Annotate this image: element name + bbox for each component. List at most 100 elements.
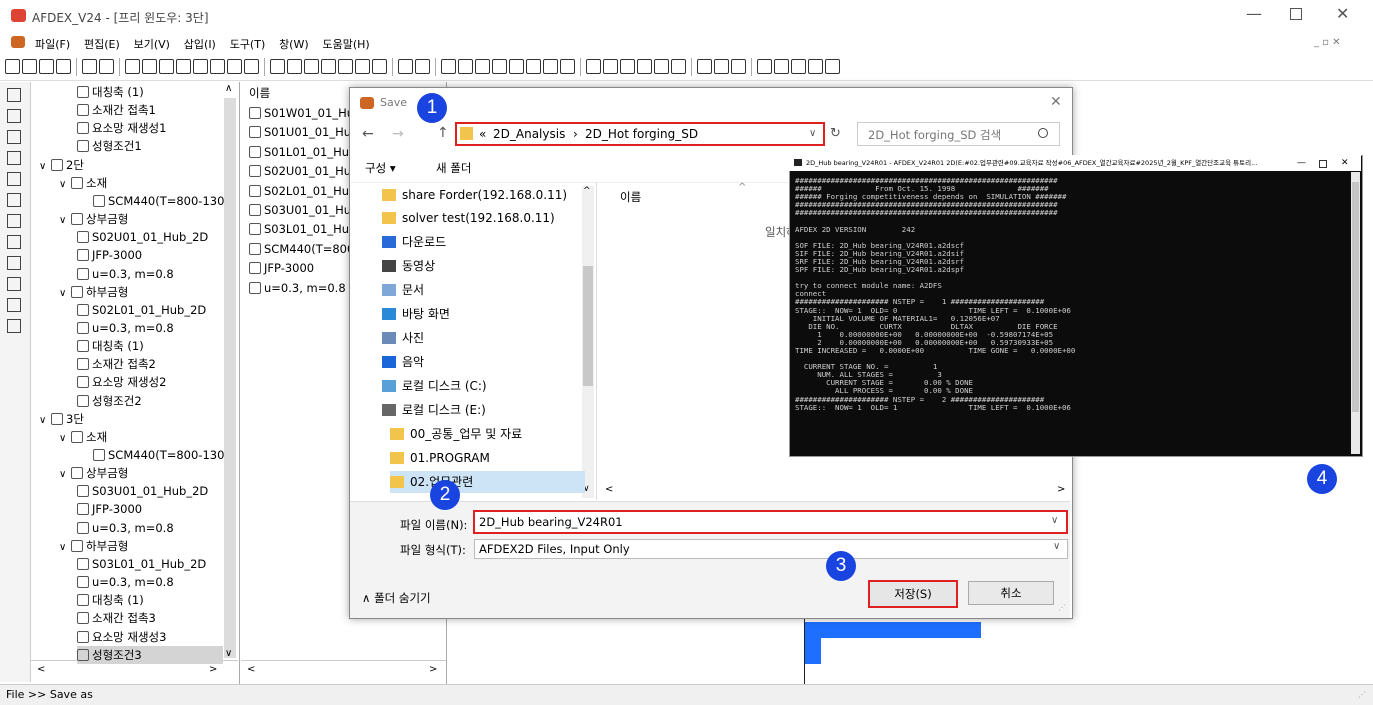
tree-item[interactable]: ∨ 2단 [39,156,84,174]
tree-scroll-right[interactable]: > [209,664,217,675]
toolbar-button-icon[interactable] [355,59,370,74]
column-header-name[interactable]: 이름 [620,189,641,205]
toolbar-button-icon[interactable] [526,59,541,74]
toolbar-button-icon[interactable] [338,59,353,74]
tree-item[interactable]: ∨ 하부금형 [59,537,128,555]
tree-item[interactable]: ∨ 하부금형 [59,283,128,301]
search-box[interactable]: 2D_Hot forging_SD 검색 [857,122,1060,146]
toolbar-button-icon[interactable] [142,59,157,74]
toolbar-button-icon[interactable] [757,59,772,74]
toolbar-button-icon[interactable] [825,59,840,74]
toolbar-button-icon[interactable] [372,59,387,74]
nav-scrollbar[interactable]: ^ [582,186,594,498]
tree-item[interactable]: 요소망 재생성3 [77,628,166,646]
toolbar-button-icon[interactable] [398,59,413,74]
tree-item[interactable]: 소재간 접촉2 [77,355,156,373]
toolbar-button-icon[interactable] [543,59,558,74]
tree-scroll-left[interactable]: < [37,664,45,675]
tree-item[interactable]: S02U01_01_Hub_2D [77,228,208,246]
tree-item[interactable]: 성형조건2 [77,392,142,410]
mdi-window-controls[interactable]: _ ▫ ✕ [1314,37,1341,48]
tree-expand-icon[interactable]: ∨ [59,285,69,303]
list-item[interactable]: u=0.3, m=0.8 [249,279,346,297]
console-scrollbar[interactable] [1351,172,1360,454]
toolbar-button-icon[interactable] [270,59,285,74]
list-item[interactable]: S02L01_01_Hub [249,182,356,200]
toolbar-button-icon[interactable] [210,59,225,74]
tree-item[interactable]: 소재간 접촉3 [77,609,156,627]
toolbar-button-icon[interactable] [304,59,319,74]
hierarchy-icon[interactable] [7,214,21,228]
list-scroll-left[interactable]: < [247,664,255,675]
list-item[interactable]: SCM440(T=800 [249,240,354,258]
nav-item[interactable]: 문서 [382,279,424,301]
toolbar-button-icon[interactable] [125,59,140,74]
tree-item[interactable]: 대칭축 (1) [77,83,144,101]
nav-item[interactable]: 로컬 디스크 (E:) [382,399,486,421]
new-folder-button[interactable]: 새 폴더 [436,160,471,176]
menu-edit[interactable]: 편집(E) [84,36,120,52]
back-arrow-icon[interactable]: ← [362,126,374,142]
tree-scroll-up[interactable]: ∧ [225,83,232,94]
toolbar-button-icon[interactable] [731,59,746,74]
search-input[interactable]: 2D_Hot forging_SD 검색 [868,127,1001,143]
filename-value[interactable]: 2D_Hub bearing_V24R01 [479,515,623,529]
filetype-select[interactable]: AFDEX2D Files, Input Only ∨ [474,539,1068,559]
tree-item[interactable]: 대칭축 (1) [77,591,144,609]
resize-grip-icon[interactable]: ⋰ [1058,603,1066,612]
toolbar-button-icon[interactable] [227,59,242,74]
screen-icon[interactable] [7,172,21,186]
maximize-button[interactable] [1290,8,1302,20]
tree-item[interactable]: ∨ 소재 [59,428,107,446]
project-tree[interactable]: ∧ ∨ < > 대칭축 (1) 소재간 접촉1 요소망 재생성1 성형조건1 ∨ 2단 ∨ 소… [31,82,240,684]
tree-expand-icon[interactable]: ∨ [59,539,69,557]
tree-view-icon[interactable] [7,88,21,102]
tree-item[interactable]: SCM440(T=800-130 [93,192,224,210]
nav-item[interactable]: solver test(192.168.0.11) [382,207,555,229]
cancel-button[interactable]: 취소 [968,581,1054,605]
nav-item[interactable]: 동영상 [382,255,435,277]
tree-item[interactable]: u=0.3, m=0.8 [77,519,174,537]
breadcrumb-2d-analysis[interactable]: 2D_Analysis [493,124,565,144]
tree-expand-icon[interactable]: ∨ [59,212,69,230]
tree-item[interactable]: 요소망 재생성2 [77,373,166,391]
tree-item[interactable]: S03L01_01_Hub_2D [77,555,206,573]
toolbar-button-icon[interactable] [441,59,456,74]
tree-expand-icon[interactable]: ∨ [39,158,49,176]
toolbar-button-icon[interactable] [509,59,524,74]
list-item[interactable]: S01W01_01_Hu [249,104,354,122]
grid-icon[interactable] [7,193,21,207]
minimize-button[interactable]: — [1246,4,1262,23]
preprocess-icon[interactable] [7,109,21,123]
clipboard-icon[interactable] [7,298,21,312]
nav-item[interactable]: 02.업무관련 [390,471,585,493]
console-maximize-button[interactable] [1319,160,1327,168]
tree-item[interactable]: ∨ 3단 [39,410,84,428]
display-icon[interactable] [7,151,21,165]
list-item[interactable]: S01L01_01_Hub [249,143,356,161]
toolbar-button-icon[interactable] [193,59,208,74]
toolbar-button-icon[interactable] [586,59,601,74]
toolbar-button-icon[interactable] [415,59,430,74]
tree-item[interactable]: 성형조건1 [77,137,142,155]
list-item[interactable]: S02U01_01_Hub [249,162,358,180]
checklist-icon[interactable] [7,319,21,333]
menu-help[interactable]: 도움말(H) [322,36,369,52]
nav-item[interactable]: 음악 [382,351,424,373]
toolbar-button-icon[interactable] [99,59,114,74]
tree-expand-icon[interactable]: ∨ [59,430,69,448]
toolbar-button-icon[interactable] [791,59,806,74]
toolbar-button-icon[interactable] [637,59,652,74]
list-item[interactable]: JFP-3000 [249,259,314,277]
tree-item[interactable]: u=0.3, m=0.8 [77,573,174,591]
toolbar-button-icon[interactable] [671,59,686,74]
tree-item[interactable]: JFP-3000 [77,246,142,264]
tree-item[interactable]: SCM440(T=800-130 [93,446,224,464]
toolbar-button-icon[interactable] [774,59,789,74]
nav-item[interactable]: 다운로드 [382,231,446,253]
tree-expand-icon[interactable]: ∨ [59,466,69,484]
up-arrow-icon[interactable]: ↑ [437,125,449,141]
toolbar-button-icon[interactable] [176,59,191,74]
organize-button[interactable]: 구성 ▾ [365,160,396,176]
toolbar-button-icon[interactable] [287,59,302,74]
